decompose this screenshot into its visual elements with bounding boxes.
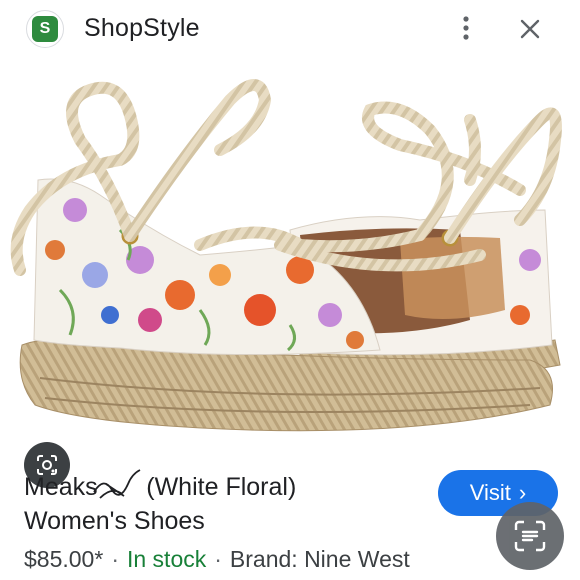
text-scan-button[interactable] <box>496 502 564 570</box>
more-options-button[interactable] <box>452 13 480 43</box>
product-title[interactable]: Meaks (White Floral) Women's Shoes <box>24 469 424 538</box>
app-header: S ShopStyle <box>0 0 580 58</box>
title-part-1: Meaks <box>24 473 98 501</box>
more-vert-icon <box>463 16 469 40</box>
product-image[interactable] <box>0 60 580 488</box>
logo-letter: S <box>39 20 51 37</box>
stock-status: In stock <box>126 546 207 572</box>
app-title: ShopStyle <box>84 14 200 42</box>
separator: · <box>111 546 119 572</box>
close-button[interactable] <box>514 13 546 45</box>
price: $85.00* <box>24 546 104 572</box>
text-scan-icon <box>514 520 546 552</box>
product-title-line-1: Meaks (White Floral) <box>24 469 424 504</box>
handwritten-scribble <box>92 469 147 504</box>
shopstyle-logo[interactable]: S <box>26 10 64 48</box>
brand: Brand: Nine West <box>229 546 410 572</box>
espadrille-illustration <box>10 79 562 432</box>
close-icon <box>520 19 540 39</box>
separator: · <box>214 546 222 572</box>
product-title-line-2: Women's Shoes <box>24 507 205 535</box>
title-part-2: (White Floral) <box>146 473 297 501</box>
visit-label: Visit <box>469 480 511 505</box>
logo-badge: S <box>32 16 58 42</box>
product-meta: $85.00* · In stock · Brand: Nine West <box>24 546 410 573</box>
